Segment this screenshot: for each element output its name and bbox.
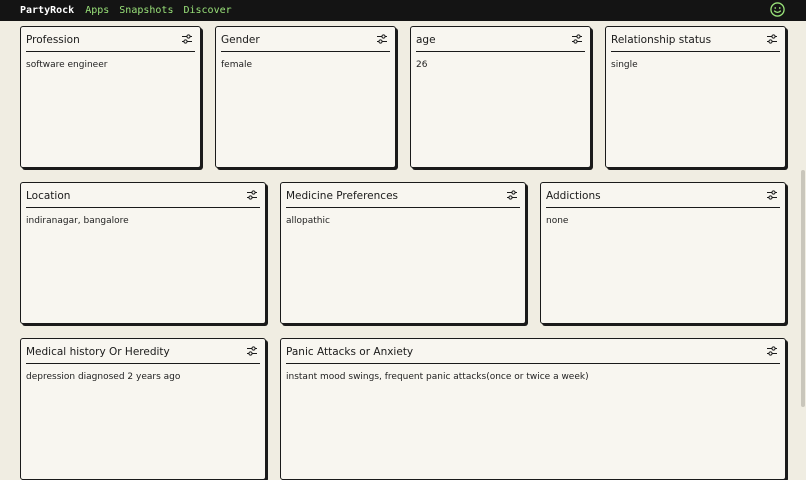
card-value: instant mood swings, frequent panic atta…: [286, 372, 589, 382]
card-title: Relationship status: [611, 34, 712, 46]
card-title: Addictions: [546, 190, 601, 202]
panic-attacks-card: Panic Attacks or Anxiety instant mood sw…: [280, 338, 786, 480]
age-card: age 26: [410, 26, 591, 168]
location-card: Location indiranagar, bangalore: [20, 182, 266, 324]
card-value: indiranagar, bangalore: [26, 216, 129, 226]
card-title: age: [416, 34, 436, 46]
relationship-status-card: Relationship status single: [605, 26, 786, 168]
addictions-card: Addictions none: [540, 182, 786, 324]
nav-apps[interactable]: Apps: [85, 5, 109, 16]
sliders-icon[interactable]: [506, 189, 518, 201]
card-title: Medical history Or Heredity: [26, 346, 170, 358]
card-title: Profession: [26, 34, 80, 46]
card-value: 26: [416, 60, 428, 70]
nav-discover[interactable]: Discover: [183, 5, 231, 16]
sliders-icon[interactable]: [181, 33, 193, 45]
card-value: female: [221, 60, 253, 70]
sliders-icon[interactable]: [571, 33, 583, 45]
medical-history-card: Medical history Or Heredity depression d…: [20, 338, 266, 480]
sliders-icon[interactable]: [246, 189, 258, 201]
card-value: allopathic: [286, 216, 330, 226]
partyrock-logo[interactable]: PartyRock: [20, 5, 74, 16]
card-value: software engineer: [26, 60, 108, 70]
gender-card: Gender female: [215, 26, 396, 168]
card-title: Gender: [221, 34, 260, 46]
medicine-preferences-card: Medicine Preferences allopathic: [280, 182, 526, 324]
sliders-icon[interactable]: [766, 189, 778, 201]
card-title: Medicine Preferences: [286, 190, 398, 202]
card-value: single: [611, 60, 638, 70]
sliders-icon[interactable]: [766, 345, 778, 357]
card-value: depression diagnosed 2 years ago: [26, 372, 181, 382]
profession-card: Profession software engineer: [20, 26, 201, 168]
sliders-icon[interactable]: [766, 33, 778, 45]
card-title: Panic Attacks or Anxiety: [286, 346, 414, 358]
nav-snapshots[interactable]: Snapshots: [119, 5, 173, 16]
card-title: Location: [26, 190, 71, 202]
sliders-icon[interactable]: [246, 345, 258, 357]
top-navigation-bar: PartyRock Apps Snapshots Discover: [0, 0, 806, 21]
card-value: none: [546, 216, 569, 226]
sliders-icon[interactable]: [376, 33, 388, 45]
vertical-scrollbar[interactable]: [801, 170, 805, 407]
smiley-face-icon[interactable]: [770, 2, 785, 17]
